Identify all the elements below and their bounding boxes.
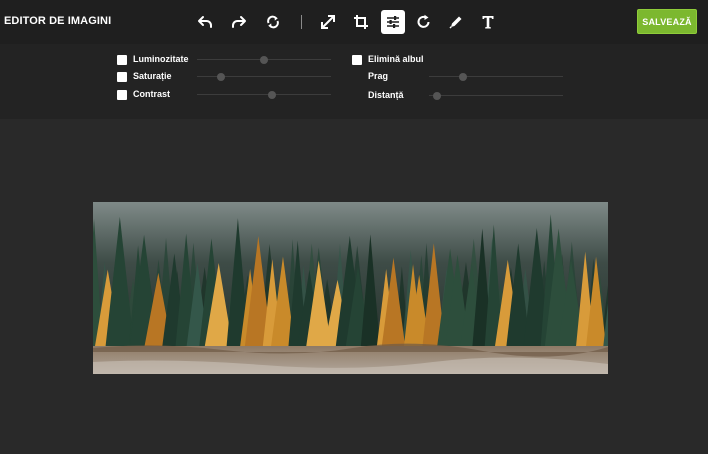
undo-button[interactable] — [193, 10, 217, 34]
distance-row: Distanță — [352, 89, 572, 103]
saturation-slider[interactable] — [197, 70, 331, 84]
app-title: EDITOR DE IMAGINI — [4, 15, 112, 27]
draw-icon — [449, 16, 462, 29]
draw-button[interactable] — [444, 10, 468, 34]
threshold-slider[interactable] — [429, 70, 563, 84]
slider-track — [429, 76, 563, 77]
forest-photo[interactable] — [93, 202, 608, 374]
threshold-label: Prag — [368, 71, 389, 81]
save-button[interactable]: SALVEAZĂ — [637, 9, 697, 34]
slider-track — [429, 95, 563, 96]
adjust-button[interactable] — [381, 10, 405, 34]
brightness-checkbox[interactable] — [117, 55, 127, 65]
slider-handle[interactable] — [260, 56, 268, 64]
brightness-slider[interactable] — [197, 53, 331, 67]
slider-track — [197, 94, 331, 95]
saturation-row: Saturație — [117, 70, 337, 84]
adjust-icon — [387, 16, 399, 28]
brightness-row: Luminozitate — [117, 53, 337, 67]
crop-button[interactable] — [349, 10, 373, 34]
top-toolbar: EDITOR DE IMAGINI SALVEAZĂ — [0, 0, 708, 44]
contrast-slider[interactable] — [197, 88, 331, 102]
rotate-icon — [417, 14, 430, 28]
reset-button[interactable] — [261, 10, 285, 34]
saturation-checkbox[interactable] — [117, 72, 127, 82]
redo-icon — [232, 16, 246, 28]
remove-white-checkbox[interactable] — [352, 55, 362, 65]
remove-white-row: Elimină albul — [352, 53, 572, 67]
text-button[interactable] — [476, 10, 500, 34]
saturation-label: Saturație — [133, 71, 172, 81]
slider-handle[interactable] — [268, 91, 277, 99]
remove-white-label: Elimină albul — [368, 54, 424, 64]
threshold-row: Prag — [352, 70, 572, 84]
text-icon — [482, 16, 494, 29]
slider-handle[interactable] — [433, 92, 442, 100]
crop-icon — [354, 15, 368, 29]
resize-button[interactable] — [316, 10, 340, 34]
distance-label: Distanță — [368, 90, 404, 100]
contrast-checkbox[interactable] — [117, 90, 127, 100]
slider-handle[interactable] — [458, 73, 467, 81]
forest-image — [93, 202, 608, 374]
adjust-panel: Luminozitate Saturație Contrast Elimină … — [0, 44, 708, 119]
contrast-label: Contrast — [133, 89, 171, 99]
reset-icon — [267, 15, 279, 29]
slider-handle[interactable] — [217, 73, 226, 81]
redo-button[interactable] — [227, 10, 251, 34]
rotate-button[interactable] — [412, 10, 436, 34]
toolbar-separator — [301, 15, 302, 29]
undo-icon — [198, 16, 212, 28]
resize-icon — [321, 15, 335, 29]
brightness-label: Luminozitate — [133, 54, 189, 64]
distance-slider[interactable] — [429, 89, 563, 103]
contrast-row: Contrast — [117, 88, 337, 102]
